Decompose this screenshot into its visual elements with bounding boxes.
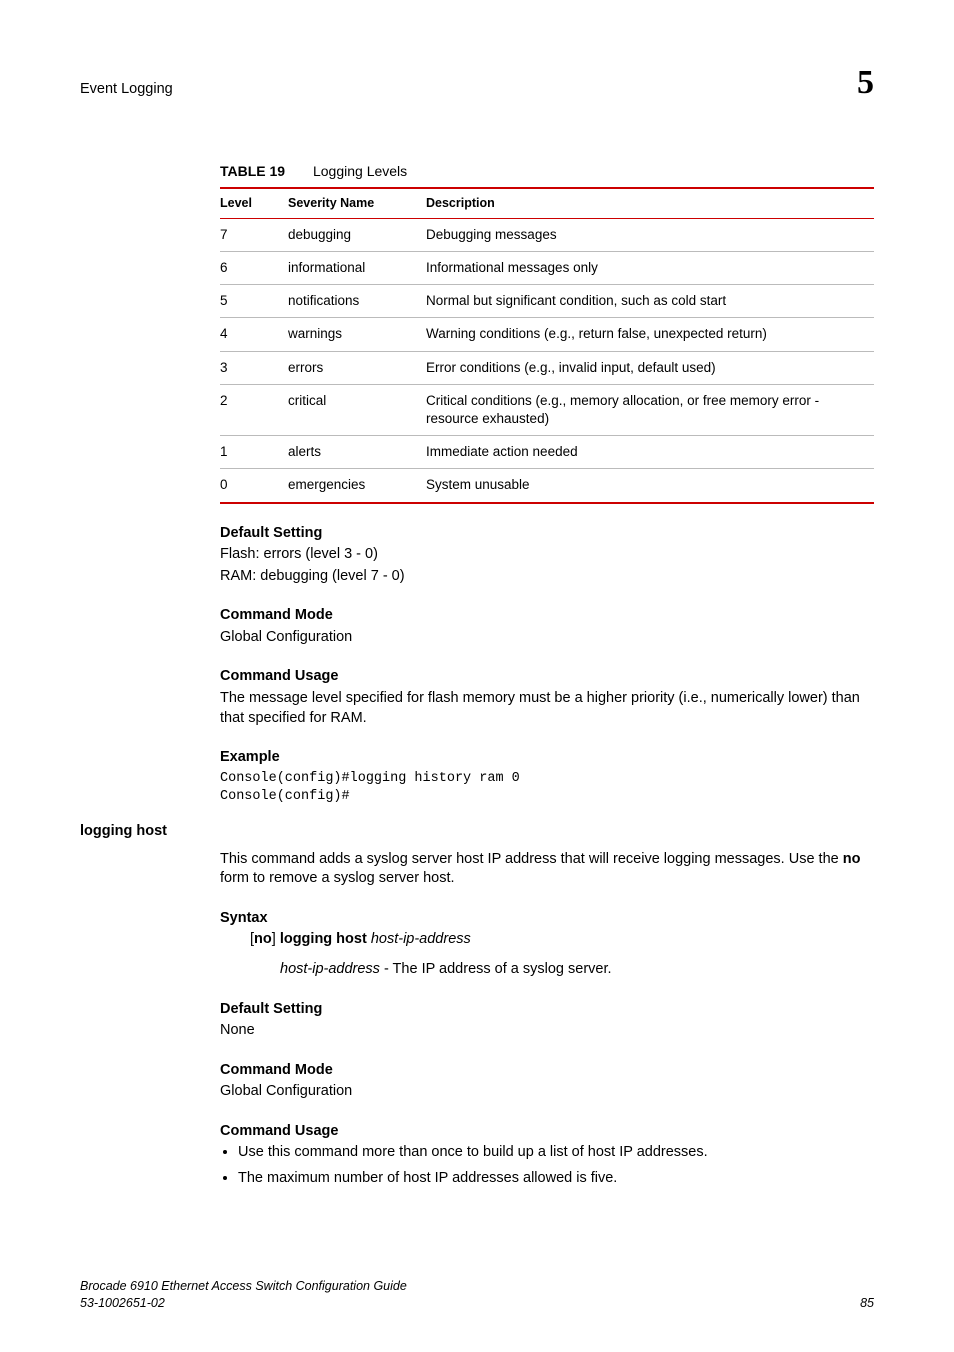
table-row: 5notificationsNormal but significant con…: [220, 285, 874, 318]
list-item: Use this command more than once to build…: [238, 1143, 874, 1163]
chapter-number: 5: [857, 60, 874, 106]
default-setting-text-2: None: [220, 1021, 874, 1041]
command-mode-heading: Command Mode: [220, 606, 874, 626]
table-row: 4warningsWarning conditions (e.g., retur…: [220, 318, 874, 351]
table-row: 0emergenciesSystem unusable: [220, 469, 874, 503]
command-usage-heading-2: Command Usage: [220, 1122, 874, 1142]
page-header: Event Logging 5: [80, 60, 874, 106]
table-row: 1alertsImmediate action needed: [220, 436, 874, 469]
table-caption: TABLE 19 Logging Levels: [220, 162, 874, 181]
command-usage-text: The message level specified for flash me…: [220, 689, 874, 728]
default-setting-line1: Flash: errors (level 3 - 0): [220, 545, 874, 565]
header-section-title: Event Logging: [80, 80, 173, 100]
example-code: Console(config)#logging history ram 0 Co…: [220, 770, 874, 806]
example-heading: Example: [220, 748, 874, 768]
table-row: 7debuggingDebugging messages: [220, 218, 874, 251]
usage-list: Use this command more than once to build…: [220, 1143, 874, 1188]
command-usage-heading: Command Usage: [220, 667, 874, 687]
table-block: TABLE 19 Logging Levels Level Severity N…: [220, 162, 874, 806]
default-setting-heading: Default Setting: [220, 524, 874, 544]
command-mode-text: Global Configuration: [220, 628, 874, 648]
logging-host-block: This command adds a syslog server host I…: [220, 850, 874, 1189]
list-item: The maximum number of host IP addresses …: [238, 1169, 874, 1189]
page-footer: Brocade 6910 Ethernet Access Switch Conf…: [80, 1278, 874, 1312]
table-title: Logging Levels: [313, 163, 407, 179]
page-number: 85: [860, 1295, 874, 1312]
table-row: 2criticalCritical conditions (e.g., memo…: [220, 384, 874, 435]
table-label: TABLE 19: [220, 163, 285, 179]
col-header-desc: Description: [426, 188, 874, 218]
table-row: 6informationalInformational messages onl…: [220, 251, 874, 284]
col-header-name: Severity Name: [288, 188, 426, 218]
command-mode-text-2: Global Configuration: [220, 1082, 874, 1102]
syntax-arg-desc: host-ip-address - The IP address of a sy…: [280, 960, 874, 980]
default-setting-heading-2: Default Setting: [220, 1000, 874, 1020]
footer-left: Brocade 6910 Ethernet Access Switch Conf…: [80, 1278, 407, 1312]
command-name-heading: logging host: [80, 822, 874, 842]
logging-levels-table: Level Severity Name Description 7debuggi…: [220, 187, 874, 504]
syntax-heading: Syntax: [220, 909, 874, 929]
col-header-level: Level: [220, 188, 288, 218]
table-row: 3errorsError conditions (e.g., invalid i…: [220, 351, 874, 384]
command-mode-heading-2: Command Mode: [220, 1061, 874, 1081]
syntax-line: [no] logging host host-ip-address: [250, 930, 874, 950]
logging-host-intro: This command adds a syslog server host I…: [220, 850, 874, 889]
default-setting-line2: RAM: debugging (level 7 - 0): [220, 567, 874, 587]
